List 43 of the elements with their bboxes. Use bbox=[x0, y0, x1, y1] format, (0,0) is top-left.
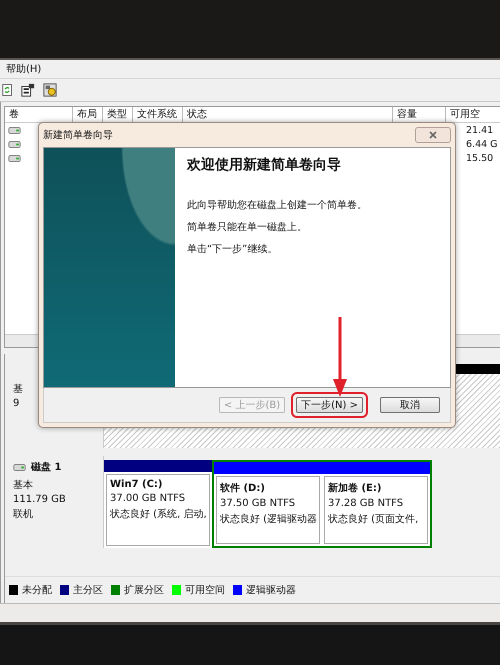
drive-icon bbox=[8, 126, 21, 134]
disk-info: 9 bbox=[13, 398, 20, 409]
drive-icon bbox=[8, 154, 21, 162]
table-cell-text: 21.41 bbox=[466, 124, 494, 136]
table-cell-text: 15.50 bbox=[466, 152, 494, 164]
disk-name: 磁盘 1 bbox=[31, 460, 62, 474]
partition-size: 37.28 GB NTFS bbox=[328, 498, 404, 509]
legend-label: 逻辑驱动器 bbox=[246, 584, 296, 597]
legend-label: 可用空间 bbox=[185, 584, 225, 597]
wizard-button[interactable]: 取消 bbox=[380, 397, 440, 413]
legend-label: 未分配 bbox=[22, 584, 52, 597]
wizard-heading: 欢迎使用新建简单卷向导 bbox=[187, 156, 342, 174]
close-button[interactable] bbox=[415, 127, 451, 143]
legend-label: 扩展分区 bbox=[124, 584, 164, 597]
partition-block[interactable]: 软件 (D:) 37.50 GB NTFS 状态良好 (逻辑驱动器 bbox=[214, 462, 322, 546]
legend-label: 主分区 bbox=[73, 584, 103, 597]
partition-size: 37.00 GB NTFS bbox=[110, 493, 186, 504]
partition-name: Win7 (C:) bbox=[110, 479, 164, 490]
disk-type: 基本 bbox=[13, 478, 34, 492]
refresh-icon[interactable] bbox=[2, 83, 13, 97]
disk-status: 联机 bbox=[13, 508, 34, 521]
wizard-button[interactable]: 下一步(N) > bbox=[296, 397, 363, 413]
partition-name: 新加卷 (E:) bbox=[328, 481, 382, 495]
disk-size: 111.79 GB bbox=[13, 494, 67, 505]
drive-icon bbox=[13, 464, 26, 470]
menu-item[interactable]: 帮助(H) bbox=[6, 62, 42, 76]
properties-icon[interactable] bbox=[21, 83, 35, 97]
partition-status: 状态良好 (页面文件, bbox=[328, 512, 420, 526]
close-icon bbox=[428, 131, 438, 139]
drive-icon bbox=[8, 140, 21, 148]
wizard-text: 简单卷只能在单一磁盘上。 bbox=[187, 220, 308, 234]
dialog-title: 新建简单卷向导 bbox=[43, 128, 113, 142]
partition-name: 软件 (D:) bbox=[220, 482, 266, 495]
wizard-text: 此向导帮助您在磁盘上创建一个简单卷。 bbox=[187, 198, 368, 212]
disk-settings-icon[interactable] bbox=[43, 83, 57, 97]
wizard-text: 单击“下一步”继续。 bbox=[187, 242, 278, 256]
disk-info: 基 bbox=[13, 382, 24, 396]
partition-status: 状态良好 (系统, 启动, bbox=[110, 508, 207, 521]
partition-block[interactable]: 新加卷 (E:) 37.28 GB NTFS 状态良好 (页面文件, bbox=[322, 462, 430, 546]
partition-block[interactable]: Win7 (C:) 37.00 GB NTFS 状态良好 (系统, 启动, bbox=[104, 460, 212, 548]
table-cell-text: 6.44 G bbox=[466, 138, 499, 150]
partition-size: 37.50 GB NTFS bbox=[220, 498, 296, 509]
partition-status: 状态良好 (逻辑驱动器 bbox=[220, 512, 317, 526]
